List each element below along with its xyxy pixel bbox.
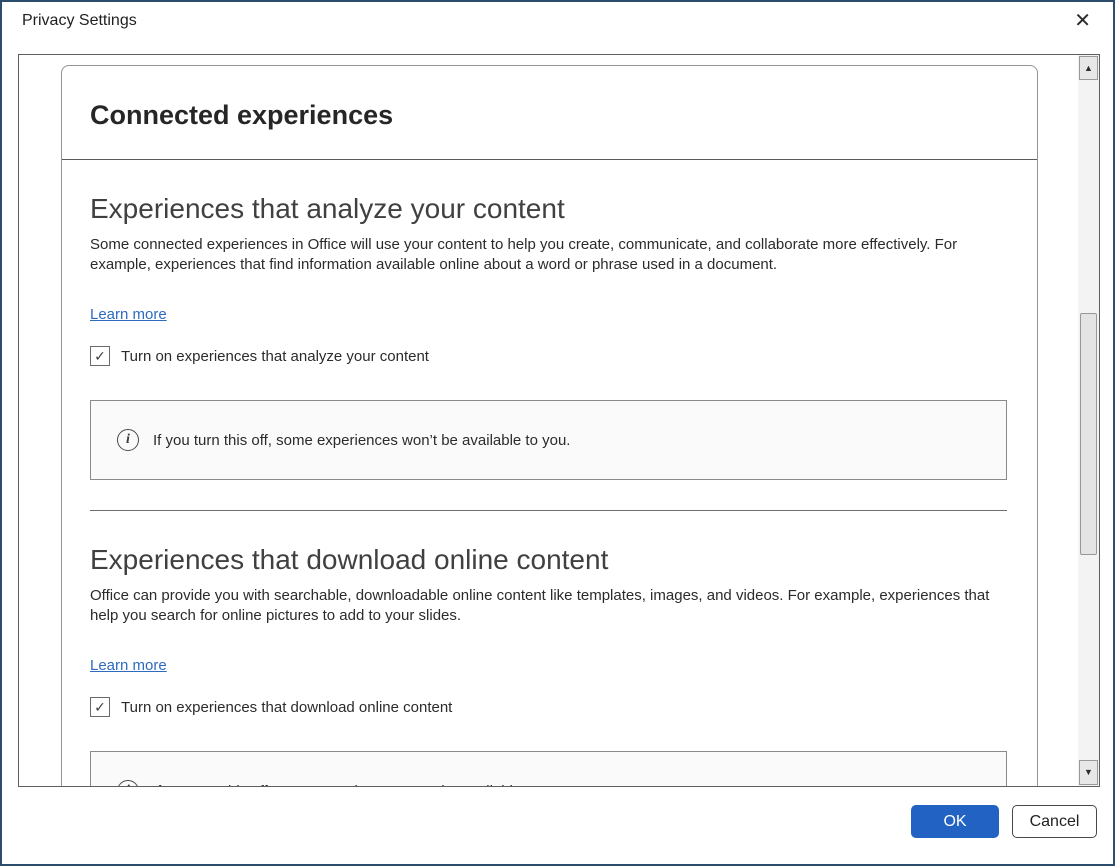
checkmark-icon: ✓ xyxy=(94,348,106,365)
scrollbar-thumb[interactable] xyxy=(1080,313,1097,555)
checkmark-icon: ✓ xyxy=(94,699,106,716)
footer: OK Cancel xyxy=(2,787,1113,864)
privacy-settings-dialog: Privacy Settings ✕ Connected experiences… xyxy=(0,0,1115,866)
close-icon[interactable]: ✕ xyxy=(1074,9,1091,33)
scroll-up-icon[interactable]: ▲ xyxy=(1079,56,1098,80)
info-box-download: i If you turn this off, some experiences… xyxy=(90,751,1007,787)
dialog-title: Privacy Settings xyxy=(22,12,137,30)
learn-more-link-download[interactable]: Learn more xyxy=(90,657,167,674)
vertical-scrollbar[interactable]: ▲ ▼ xyxy=(1078,55,1099,786)
connected-experiences-card: Connected experiences Experiences that a… xyxy=(61,65,1038,787)
analyze-content-checkbox[interactable]: ✓ xyxy=(90,346,110,366)
download-content-checkbox[interactable]: ✓ xyxy=(90,697,110,717)
scroll-container: Connected experiences Experiences that a… xyxy=(18,54,1100,787)
info-icon: i xyxy=(117,429,139,451)
section-download-description: Office can provide you with searchable, … xyxy=(90,586,995,626)
titlebar: Privacy Settings ✕ xyxy=(2,2,1113,54)
page-title: Connected experiences xyxy=(90,99,1009,131)
checkbox-row-download: ✓ Turn on experiences that download onli… xyxy=(90,697,1007,717)
section-analyze-description: Some connected experiences in Office wil… xyxy=(90,235,995,275)
section-analyze-heading: Experiences that analyze your content xyxy=(90,192,1007,226)
analyze-content-checkbox-label: Turn on experiences that analyze your co… xyxy=(121,348,429,365)
section-divider xyxy=(90,510,1007,511)
card-header: Connected experiences xyxy=(62,66,1037,160)
info-text-analyze: If you turn this off, some experiences w… xyxy=(153,432,570,449)
scroll-down-icon[interactable]: ▼ xyxy=(1079,760,1098,785)
cancel-button[interactable]: Cancel xyxy=(1012,805,1097,838)
section-download-heading: Experiences that download online content xyxy=(90,543,1007,577)
ok-button[interactable]: OK xyxy=(911,805,999,838)
checkbox-row-analyze: ✓ Turn on experiences that analyze your … xyxy=(90,346,1007,366)
download-content-checkbox-label: Turn on experiences that download online… xyxy=(121,699,452,716)
learn-more-link-analyze[interactable]: Learn more xyxy=(90,306,167,323)
info-box-analyze: i If you turn this off, some experiences… xyxy=(90,400,1007,480)
card-content: Experiences that analyze your content So… xyxy=(62,192,1037,787)
info-icon: i xyxy=(117,780,139,787)
